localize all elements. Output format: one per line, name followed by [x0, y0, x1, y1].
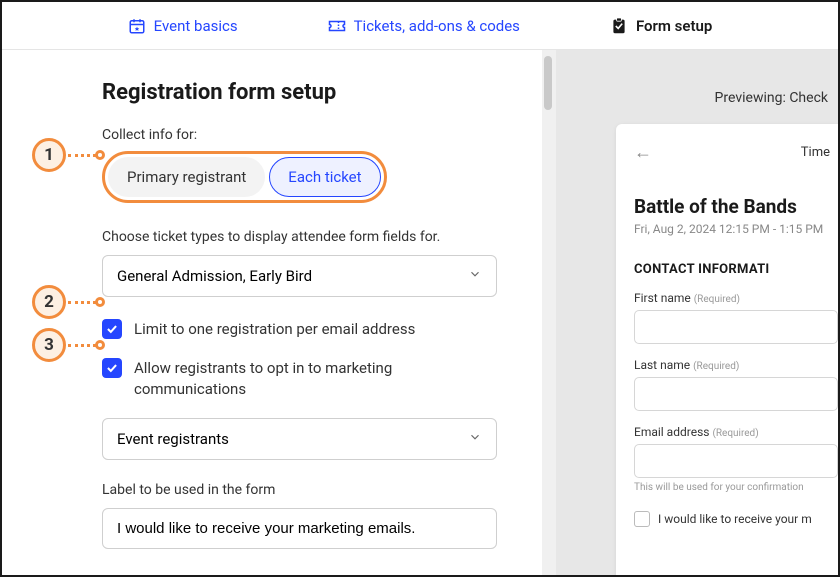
chevron-down-icon	[468, 430, 482, 448]
preview-email-input[interactable]	[634, 444, 838, 478]
tab-bar: Event basics Tickets, add-ons & codes Fo…	[2, 2, 838, 50]
tab-event-basics[interactable]: Event basics	[128, 17, 238, 35]
ticket-types-label: Choose ticket types to display attendee …	[102, 229, 512, 245]
select-value: Event registrants	[117, 430, 229, 448]
tab-form-setup[interactable]: Form setup	[610, 17, 712, 35]
annotation-marker-3: 3	[32, 328, 66, 362]
segment-each-ticket[interactable]: Each ticket	[269, 157, 380, 197]
preview-event-title: Battle of the Bands	[634, 195, 838, 218]
preview-header: Previewing: Check	[556, 90, 838, 106]
marketing-optin-checkbox[interactable]	[102, 358, 122, 378]
preview-timer: Time	[801, 145, 830, 160]
preview-email-label: Email address (Required)	[634, 425, 838, 439]
preview-first-name-input[interactable]	[634, 310, 838, 344]
limit-registration-checkbox[interactable]	[102, 319, 122, 339]
form-label-input[interactable]	[102, 508, 497, 549]
tab-label: Form setup	[636, 17, 712, 35]
preview-event-date: Fri, Aug 2, 2024 12:15 PM - 1:15 PM	[634, 222, 838, 236]
clipboard-check-icon	[610, 17, 628, 35]
calendar-icon	[128, 17, 146, 35]
preview-section-heading: CONTACT INFORMATI	[634, 262, 838, 277]
collect-info-segment: Primary registrant Each ticket	[102, 151, 387, 203]
scrollbar-track[interactable]	[542, 50, 556, 575]
segment-primary-registrant[interactable]: Primary registrant	[108, 157, 265, 197]
preview-email-hint: This will be used for your confirmation	[634, 482, 838, 493]
audience-select[interactable]: Event registrants	[102, 418, 497, 460]
annotation-marker-2: 2	[32, 285, 66, 319]
scrollbar-thumb[interactable]	[544, 56, 552, 110]
chevron-down-icon	[468, 267, 482, 285]
tab-label: Event basics	[154, 17, 238, 35]
preview-pane: Previewing: Check ← Time Battle of the B…	[556, 50, 838, 575]
preview-optin-label: I would like to receive your m	[658, 512, 812, 526]
ticket-icon	[328, 17, 346, 35]
preview-card: ← Time Battle of the Bands Fri, Aug 2, 2…	[616, 124, 838, 575]
ticket-types-select[interactable]: General Admission, Early Bird	[102, 255, 497, 297]
select-value: General Admission, Early Bird	[117, 267, 312, 285]
limit-registration-label: Limit to one registration per email addr…	[134, 319, 415, 340]
preview-last-name-input[interactable]	[634, 377, 838, 411]
preview-last-name-label: Last name (Required)	[634, 358, 838, 372]
page-title: Registration form setup	[102, 80, 512, 105]
tab-tickets[interactable]: Tickets, add-ons & codes	[328, 17, 520, 35]
annotation-marker-1: 1	[32, 138, 66, 172]
back-arrow-icon[interactable]: ←	[634, 142, 652, 163]
marketing-optin-label: Allow registrants to opt in to marketing…	[134, 358, 464, 400]
form-label-caption: Label to be used in the form	[102, 482, 512, 498]
tab-label: Tickets, add-ons & codes	[354, 17, 520, 35]
form-setup-pane: 1 2 3 Registration form setup Collect in…	[2, 50, 542, 575]
preview-optin-checkbox[interactable]	[634, 511, 650, 527]
preview-first-name-label: First name (Required)	[634, 291, 838, 305]
collect-info-label: Collect info for:	[102, 127, 512, 143]
